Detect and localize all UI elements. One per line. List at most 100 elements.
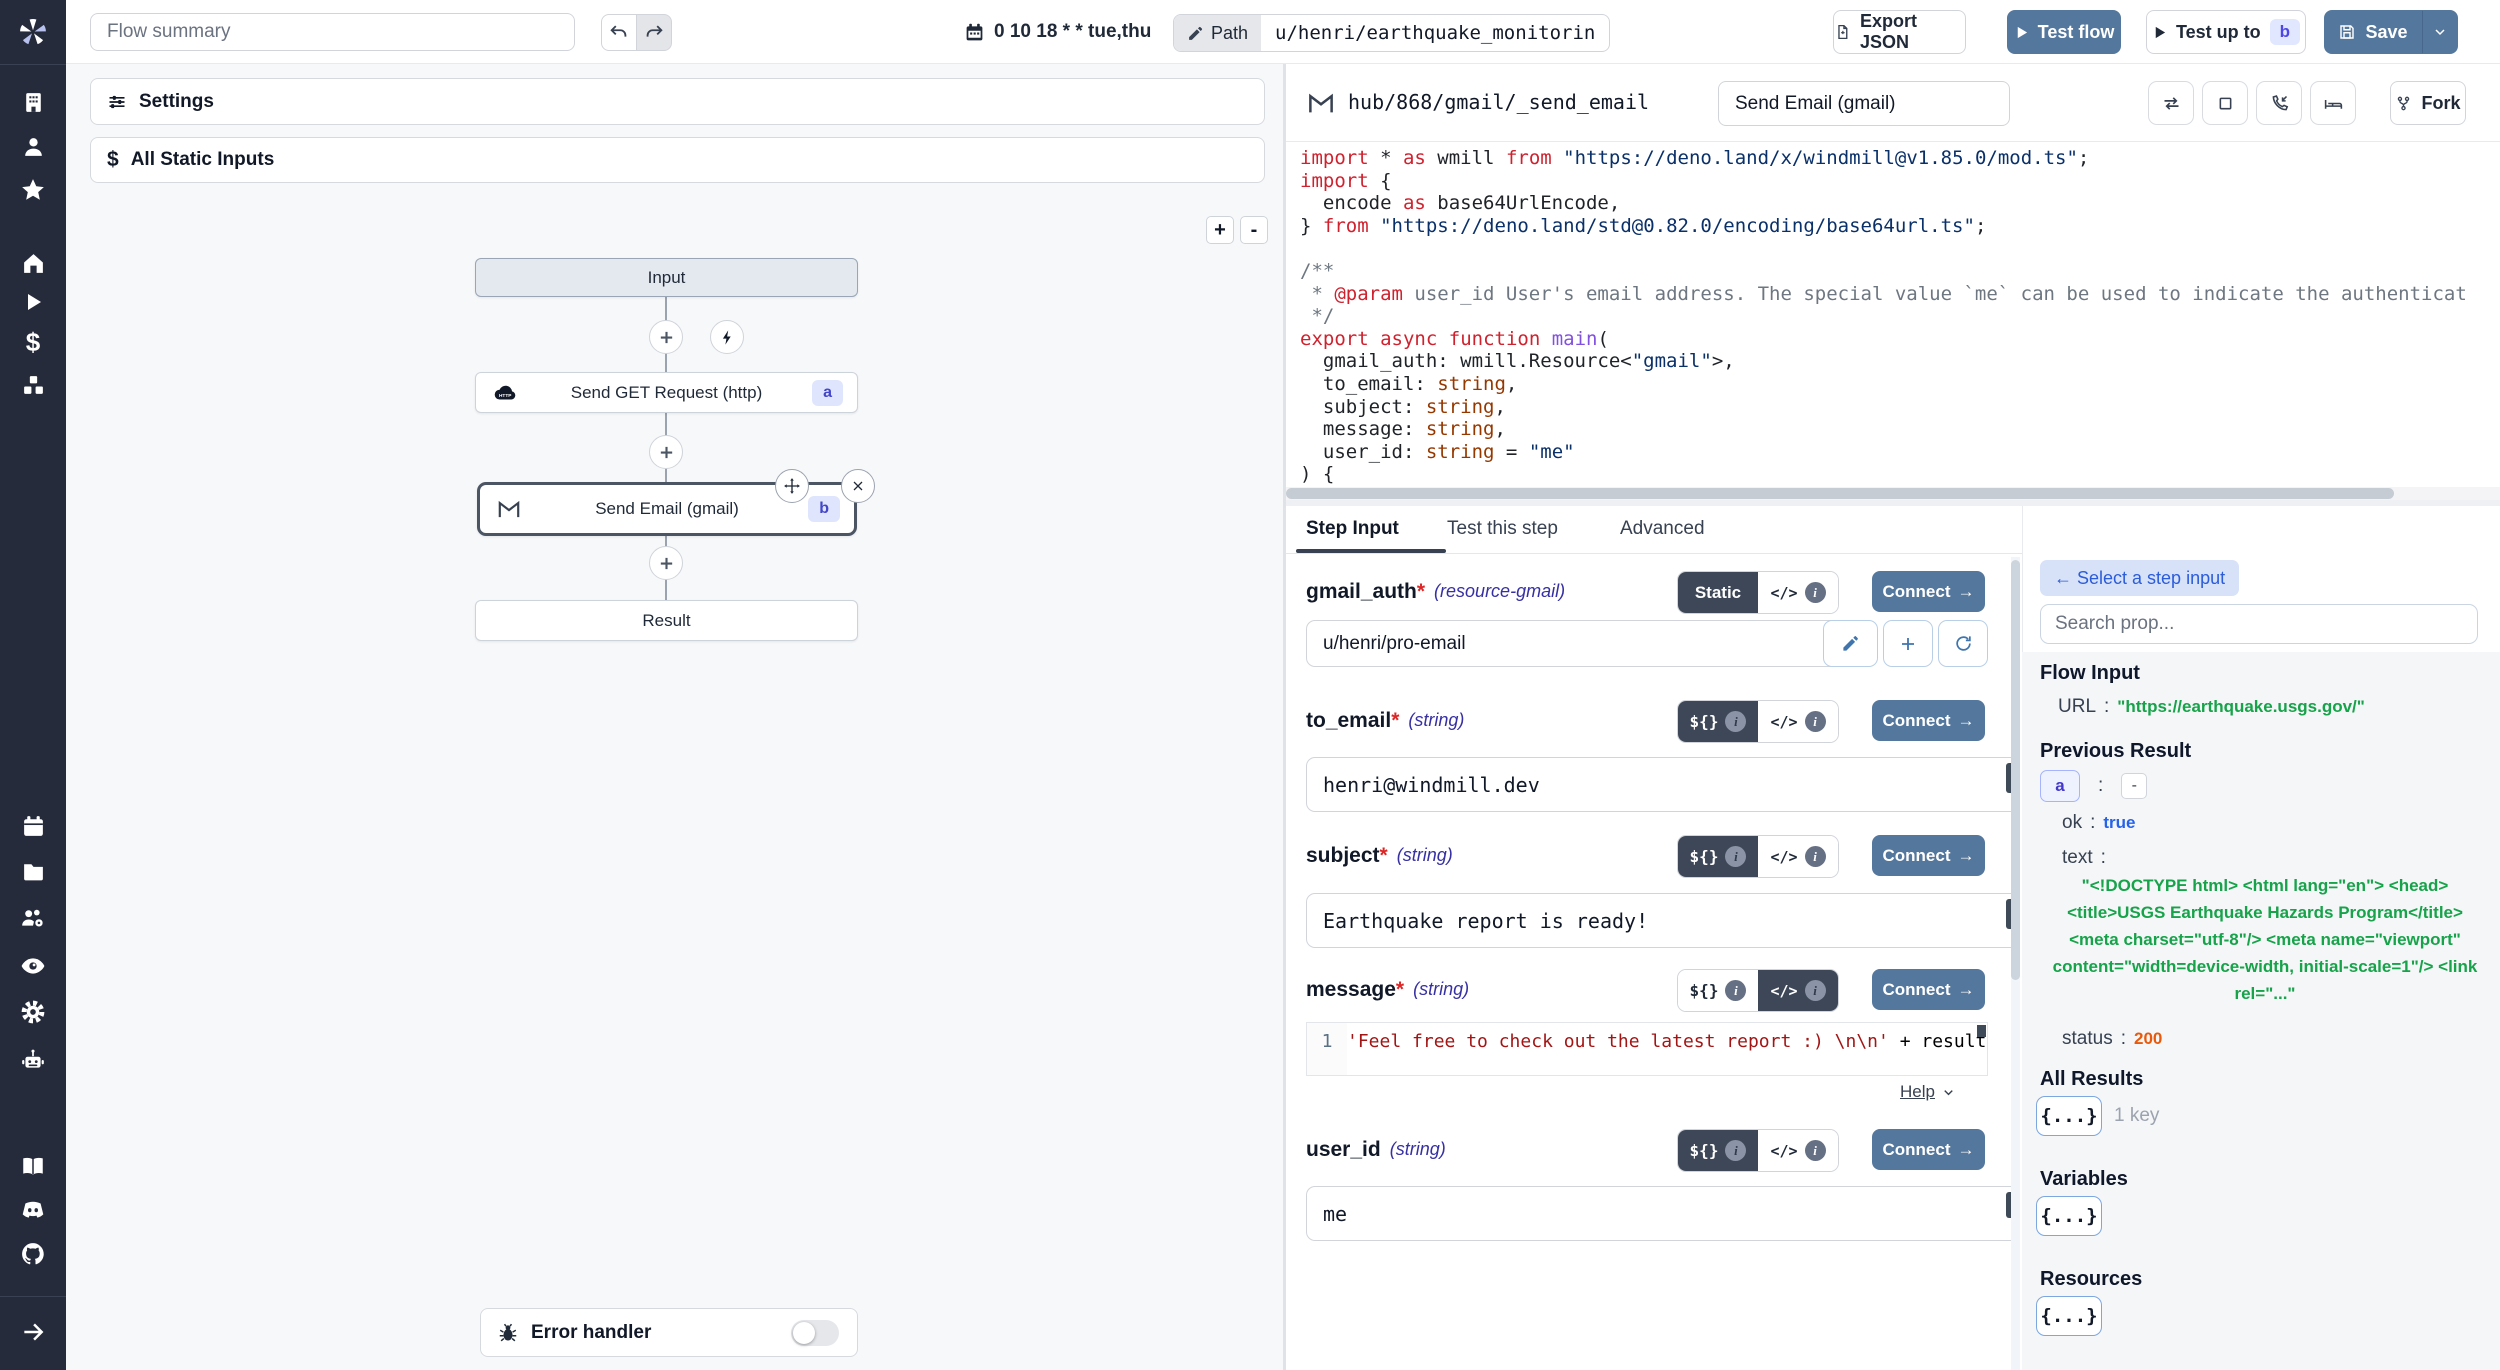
flow-node-get-request[interactable]: HTTP Send GET Request (http) a	[475, 372, 858, 413]
add-step-button[interactable]	[649, 546, 683, 580]
help-link[interactable]: Help	[1900, 1082, 1956, 1102]
error-handler-bar[interactable]: Error handler	[480, 1308, 858, 1357]
code-hscrollbar-thumb[interactable]	[1286, 488, 2394, 499]
connect-arrow: →	[1958, 711, 1975, 731]
flow-node-input[interactable]: Input	[475, 258, 858, 297]
test-flow-button[interactable]: Test flow	[2007, 10, 2121, 54]
add-step-button[interactable]	[649, 320, 683, 354]
variables-expand-chip[interactable]: {...}	[2036, 1196, 2102, 1236]
editor-scrollbar[interactable]	[1977, 1025, 1986, 1037]
tab-test-this-step[interactable]: Test this step	[1447, 518, 1558, 540]
stop-square-button[interactable]	[2202, 81, 2248, 125]
step-name-input[interactable]: Send Email (gmail)	[1718, 81, 2010, 126]
mode-static[interactable]: Static	[1678, 572, 1758, 613]
add-resource-button[interactable]	[1883, 620, 1933, 667]
home-icon[interactable]	[0, 243, 66, 283]
mode-template[interactable]: ${}i	[1678, 1130, 1758, 1171]
mode-javascript[interactable]: </>i	[1758, 970, 1838, 1011]
bed-button[interactable]	[2310, 81, 2356, 125]
save-dropdown-button[interactable]	[2422, 10, 2458, 54]
path-edit-segment[interactable]: Path	[1174, 15, 1261, 51]
previous-result-heading: Previous Result	[2040, 740, 2191, 763]
message-connect-button[interactable]: Connect→	[1872, 969, 1985, 1010]
subject-input[interactable]: Earthquake report is ready!	[1306, 893, 2020, 948]
mode-template[interactable]: ${}i	[1678, 970, 1758, 1011]
text-row[interactable]: text :	[2062, 847, 2114, 869]
to-email-mode-toggle: ${}i </>i	[1677, 700, 1839, 743]
delete-step-button[interactable]	[841, 469, 875, 503]
step-panel-scrollbar-thumb[interactable]	[2011, 560, 2020, 980]
flow-node-result[interactable]: Result	[475, 600, 858, 641]
mode-template[interactable]: ${}i	[1678, 701, 1758, 742]
schedules-calendar-icon[interactable]	[0, 806, 66, 846]
docs-book-icon[interactable]	[0, 1146, 66, 1186]
redo-button[interactable]	[636, 14, 672, 51]
flow-input-url-row[interactable]: URL : "https://earthquake.usgs.gov/"	[2058, 696, 2365, 718]
tab-step-input[interactable]: Step Input	[1306, 518, 1399, 540]
test-up-to-button[interactable]: Test up to b	[2146, 10, 2306, 54]
collapse-arrow-right-icon[interactable]	[0, 1312, 66, 1352]
mode-javascript[interactable]: </>i	[1758, 1130, 1838, 1171]
workers-robot-icon[interactable]	[0, 1040, 66, 1080]
fork-button[interactable]: Fork	[2390, 81, 2466, 125]
export-json-button[interactable]: Export JSON	[1833, 10, 1966, 54]
schedule-cron[interactable]: 0 10 18 * * tue,thu	[964, 0, 1151, 64]
path-chip[interactable]: Path u/henri/earthquake_monitorin	[1173, 14, 1610, 52]
calendar-icon	[964, 22, 985, 43]
previous-result-a-row: a : -	[2040, 770, 2147, 802]
audit-eye-icon[interactable]	[0, 946, 66, 986]
settings-gear-icon[interactable]	[0, 992, 66, 1032]
gmail-auth-resource-input[interactable]: u/henri/pro-email	[1306, 620, 1852, 667]
chevron-down-icon	[1941, 1085, 1956, 1100]
refresh-resource-button[interactable]	[1938, 620, 1988, 667]
save-button[interactable]: Save	[2324, 10, 2422, 54]
folders-icon[interactable]	[0, 851, 66, 891]
mode-javascript[interactable]: </>i	[1758, 572, 1838, 613]
groups-icon[interactable]	[0, 898, 66, 938]
add-step-button[interactable]	[649, 435, 683, 469]
runs-play-icon[interactable]	[0, 282, 66, 322]
user-id-connect-button[interactable]: Connect→	[1872, 1129, 1985, 1170]
resources-expand-chip[interactable]: {...}	[2036, 1296, 2102, 1336]
to-email-input[interactable]: henri@windmill.dev	[1306, 757, 2020, 812]
status-row[interactable]: status : 200	[2062, 1028, 2162, 1050]
zoom-out-button[interactable]: -	[1240, 216, 1268, 244]
error-handler-toggle[interactable]	[791, 1320, 839, 1346]
search-prop-input[interactable]: Search prop...	[2040, 604, 2478, 644]
ok-row[interactable]: ok : true	[2062, 812, 2135, 834]
phone-incoming-button[interactable]	[2256, 81, 2302, 125]
workspace-building-icon[interactable]	[0, 82, 66, 122]
move-step-handle[interactable]	[775, 469, 809, 503]
windmill-logo-icon[interactable]	[0, 12, 66, 52]
user-id-input[interactable]: me	[1306, 1186, 2020, 1241]
zoom-in-button[interactable]: +	[1206, 216, 1234, 244]
github-icon[interactable]	[0, 1234, 66, 1274]
all-results-expand-chip[interactable]: {...}	[2036, 1096, 2102, 1136]
gmail-auth-connect-button[interactable]: Connect→	[1872, 571, 1985, 612]
favorites-star-icon[interactable]	[0, 170, 66, 210]
mode-javascript[interactable]: </>i	[1758, 701, 1838, 742]
flow-summary-input[interactable]: Flow summary	[90, 13, 575, 51]
message-code-editor[interactable]: 1 'Feel free to check out the latest rep…	[1306, 1022, 1988, 1076]
edit-resource-button[interactable]	[1823, 620, 1878, 667]
code-glyph: </>	[1770, 982, 1797, 1000]
flow-settings-bar[interactable]: Settings	[90, 78, 1265, 125]
resources-cubes-icon[interactable]	[0, 365, 66, 405]
mode-template[interactable]: ${}i	[1678, 836, 1758, 877]
tab-advanced[interactable]: Advanced	[1620, 518, 1705, 540]
reload-button[interactable]	[2148, 81, 2194, 125]
collapse-button[interactable]: -	[2121, 773, 2147, 799]
subject-connect-button[interactable]: Connect→	[1872, 835, 1985, 876]
step-a-badge[interactable]: a	[2040, 770, 2080, 802]
code-editor[interactable]: import * as wmill from "https://deno.lan…	[1286, 142, 2500, 487]
variables-dollar-icon[interactable]: $	[0, 322, 66, 362]
add-trigger-button[interactable]	[710, 320, 744, 354]
all-static-inputs-bar[interactable]: $ All Static Inputs	[90, 137, 1265, 183]
to-email-connect-button[interactable]: Connect→	[1872, 700, 1985, 741]
select-step-input-chip[interactable]: ← Select a step input	[2040, 560, 2239, 596]
discord-icon[interactable]	[0, 1190, 66, 1230]
user-icon[interactable]	[0, 126, 66, 166]
undo-button[interactable]	[601, 14, 637, 51]
mode-javascript[interactable]: </>i	[1758, 836, 1838, 877]
text-value[interactable]: "<!DOCTYPE html> <html lang="en"> <head>…	[2045, 872, 2485, 1007]
